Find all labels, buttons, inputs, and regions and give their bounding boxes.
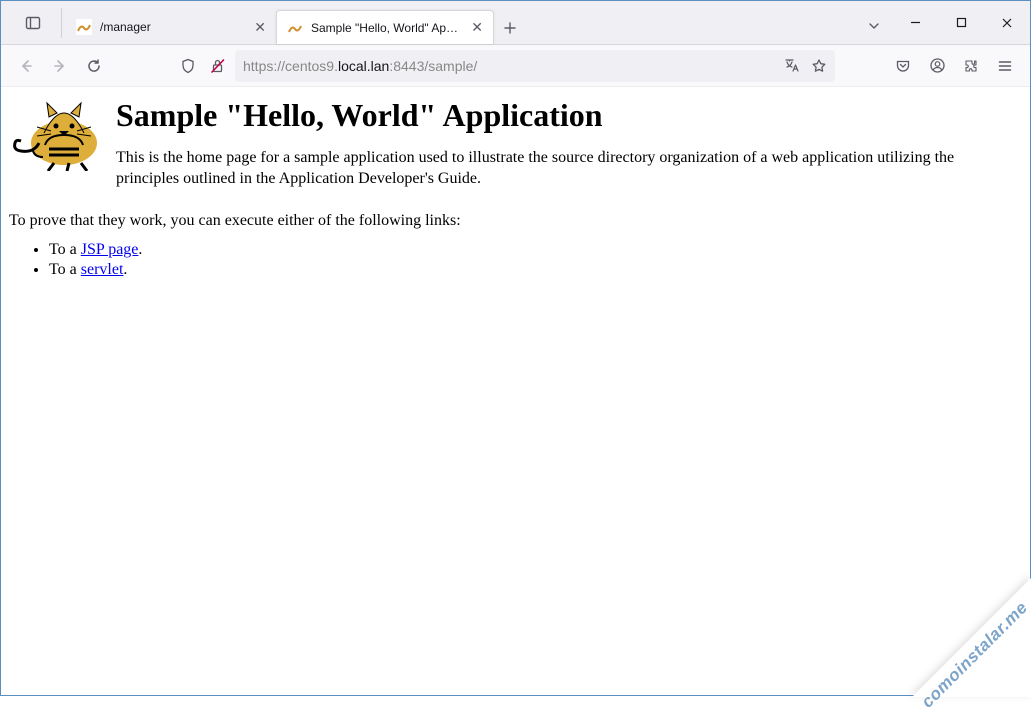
app-menu-button[interactable] [988, 49, 1022, 83]
tab-manager[interactable]: /manager ✕ [66, 10, 276, 44]
navbar: https://centos9.local.lan:8443/sample/ [1, 45, 1030, 87]
panel-icon [25, 15, 41, 31]
tabs-dropdown-button[interactable] [856, 8, 892, 44]
account-button[interactable] [920, 49, 954, 83]
account-icon [929, 57, 946, 74]
page-title: Sample "Hello, World" Application [116, 97, 986, 134]
close-icon [1001, 17, 1013, 29]
minimize-icon [910, 17, 921, 28]
servlet-link[interactable]: servlet [81, 261, 124, 278]
hamburger-icon [997, 58, 1013, 74]
watermark: comoinstalar.me [918, 598, 1031, 712]
jsp-link[interactable]: JSP page [81, 241, 139, 258]
arrow-right-icon [52, 58, 68, 74]
tomcat-favicon [287, 20, 303, 36]
prove-text: To prove that they work, you can execute… [9, 212, 1022, 230]
url-text: https://centos9.local.lan:8443/sample/ [243, 58, 776, 74]
list-item: To a JSP page. [49, 240, 1022, 260]
lock-insecure-button[interactable] [205, 49, 231, 83]
plus-icon [504, 22, 516, 34]
pocket-button[interactable] [886, 49, 920, 83]
titlebar: /manager ✕ Sample "Hello, World" Applica… [1, 1, 1030, 45]
lock-warning-icon [209, 57, 227, 75]
puzzle-icon [963, 58, 979, 74]
corner-fold [912, 577, 1031, 697]
close-icon[interactable]: ✕ [254, 19, 266, 36]
close-icon[interactable]: ✕ [471, 19, 483, 36]
back-button[interactable] [9, 49, 43, 83]
minimize-button[interactable] [892, 3, 938, 43]
maximize-icon [956, 17, 967, 28]
tab-label: /manager [100, 20, 246, 34]
url-bar[interactable]: https://centos9.local.lan:8443/sample/ [235, 50, 835, 82]
intro-text: This is the home page for a sample appli… [116, 148, 986, 190]
tomcat-favicon [76, 19, 92, 35]
translate-icon [784, 57, 801, 74]
bookmark-button[interactable] [811, 58, 827, 74]
page-content: Sample "Hello, World" Application This i… [1, 87, 1030, 280]
arrow-left-icon [18, 58, 34, 74]
separator [61, 8, 62, 38]
tab-label: Sample "Hello, World" Applicati [311, 21, 463, 35]
extensions-button[interactable] [954, 49, 988, 83]
links-list: To a JSP page. To a servlet. [9, 240, 1022, 280]
star-icon [811, 58, 827, 74]
pocket-icon [895, 58, 911, 74]
new-tab-button[interactable] [494, 12, 526, 44]
spaces-button[interactable] [13, 6, 53, 40]
chevron-down-icon [867, 19, 881, 33]
maximize-button[interactable] [938, 3, 984, 43]
translate-button[interactable] [784, 57, 801, 74]
forward-button[interactable] [43, 49, 77, 83]
reload-icon [86, 58, 102, 74]
tomcat-logo [9, 93, 112, 171]
shield-button[interactable] [171, 49, 205, 83]
tabs: /manager ✕ Sample "Hello, World" Applica… [66, 1, 526, 44]
list-item: To a servlet. [49, 260, 1022, 280]
close-button[interactable] [984, 3, 1030, 43]
reload-button[interactable] [77, 49, 111, 83]
tab-sample[interactable]: Sample "Hello, World" Applicati ✕ [276, 10, 494, 44]
shield-icon [180, 58, 196, 74]
